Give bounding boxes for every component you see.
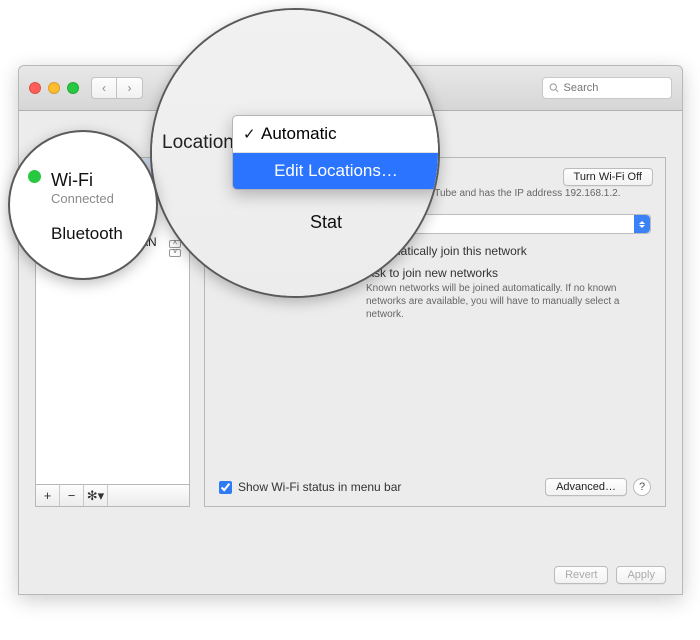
turn-wifi-off-button[interactable]: Turn Wi-Fi Off	[563, 168, 653, 186]
location-label: Location:	[162, 132, 239, 154]
status-dot-icon	[28, 170, 41, 183]
footer-buttons: Revert Apply	[554, 566, 666, 584]
search-icon	[549, 82, 560, 94]
zoom-icon[interactable]	[67, 82, 79, 94]
show-menubar-checkbox[interactable]	[219, 481, 232, 494]
location-option-edit[interactable]: Edit Locations…	[233, 153, 440, 189]
window-controls	[29, 82, 79, 94]
apply-button[interactable]: Apply	[616, 566, 666, 584]
search-input[interactable]	[564, 82, 666, 94]
revert-button[interactable]: Revert	[554, 566, 608, 584]
close-icon[interactable]	[29, 82, 41, 94]
advanced-button[interactable]: Advanced…	[545, 478, 627, 496]
option-label: Edit Locations…	[274, 161, 398, 181]
location-option-automatic[interactable]: ✓ Automatic	[233, 116, 440, 152]
status-fragment: Stat	[310, 212, 342, 233]
back-button[interactable]: ‹	[91, 77, 117, 99]
remove-interface-button[interactable]: −	[60, 485, 84, 506]
forward-button[interactable]: ›	[117, 77, 143, 99]
sidebar-tools: + − ✻▾	[36, 484, 189, 506]
nav-buttons: ‹ ›	[91, 77, 143, 99]
add-interface-button[interactable]: +	[36, 485, 60, 506]
chevron-updown-icon	[634, 215, 650, 233]
wifi-status: Connected	[51, 191, 114, 206]
help-button[interactable]: ?	[633, 478, 651, 496]
location-dropdown[interactable]: ✓ Automatic Edit Locations…	[232, 115, 440, 190]
bt-name: Bluetooth	[51, 224, 123, 244]
gear-menu-button[interactable]: ✻▾	[84, 485, 108, 506]
search-field[interactable]	[542, 77, 672, 99]
option-label: Automatic	[261, 124, 337, 144]
magnifier-location: Location: ✓ Automatic Edit Locations… St…	[150, 8, 440, 298]
wifi-name: Wi-Fi	[51, 170, 114, 191]
checkmark-icon: ✓	[243, 125, 261, 143]
minimize-icon[interactable]	[48, 82, 60, 94]
magnifier-wifi-item: Wi-Fi Connected Bluetooth	[8, 130, 158, 280]
show-menubar-label: Show Wi-Fi status in menu bar	[238, 480, 401, 494]
